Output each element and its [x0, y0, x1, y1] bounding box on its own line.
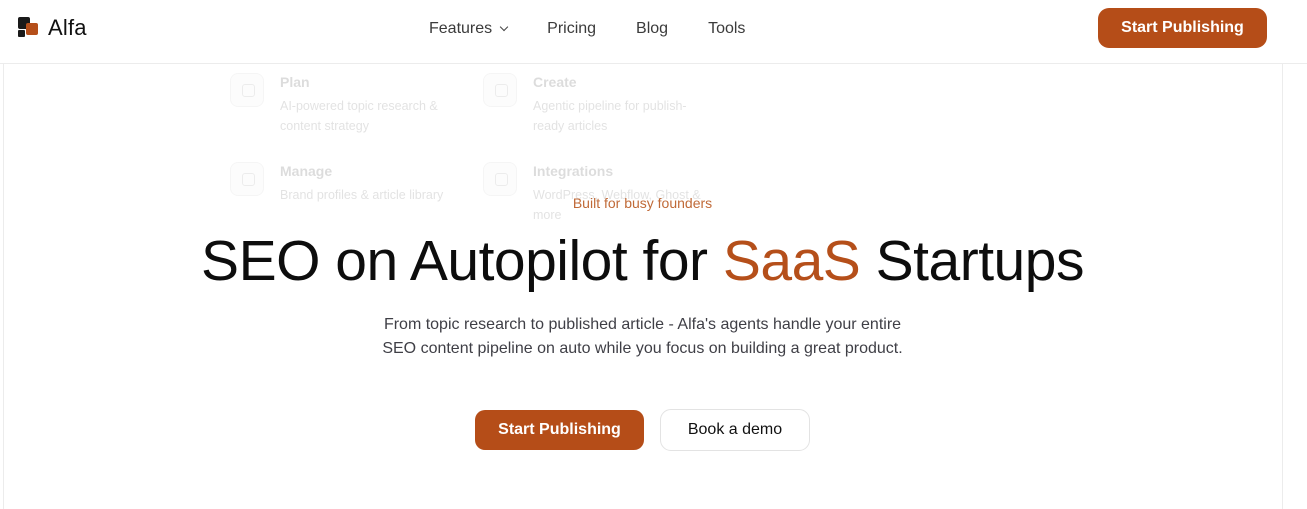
nav-features-label: Features — [429, 20, 493, 37]
nav-pricing[interactable]: Pricing — [547, 20, 596, 38]
brand-logo[interactable]: Alfa — [18, 14, 87, 42]
site-header: Alfa Features Pricing Blog Tools Start P… — [0, 0, 1307, 64]
menu-item-desc: AI-powered topic research & content stra… — [280, 99, 438, 133]
header-start-publishing-button[interactable]: Start Publishing — [1098, 8, 1267, 48]
folder-icon — [230, 162, 264, 196]
plug-icon — [483, 162, 517, 196]
book-demo-button[interactable]: Book a demo — [660, 409, 810, 451]
menu-item-title: Manage — [280, 163, 333, 179]
hero-eyebrow: Built for busy founders — [572, 195, 713, 211]
landing-page: Alfa Features Pricing Blog Tools Start P… — [0, 0, 1307, 509]
hero-subtitle: From topic research to published article… — [382, 316, 903, 357]
menu-item-title: Integrations — [533, 163, 614, 179]
hero-start-publishing-button[interactable]: Start Publishing — [475, 410, 644, 450]
hero-title-start: SEO on Autopilot for — [201, 229, 723, 293]
hero-title-accent: SaaS — [722, 229, 861, 293]
menu-item-create: Create Agentic pipeline for publish-read… — [483, 70, 713, 133]
menu-item-title: Plan — [280, 74, 310, 90]
hero-title: SEO on Autopilot for SaaS Startups — [0, 226, 1285, 296]
nav-tools[interactable]: Tools — [708, 20, 745, 38]
chevron-down-icon — [499, 22, 509, 32]
menu-item-title: Create — [533, 74, 577, 90]
brand-name: Alfa — [48, 15, 87, 40]
nav-blog[interactable]: Blog — [636, 20, 668, 38]
hero-title-end: Startups — [860, 229, 1085, 293]
alfa-logo-icon — [18, 17, 40, 39]
lightbulb-icon — [230, 73, 264, 107]
menu-item-desc: Agentic pipeline for publish-ready artic… — [533, 99, 687, 133]
pencil-icon — [483, 73, 517, 107]
main-nav: Features Pricing Blog Tools — [429, 18, 745, 40]
nav-features[interactable]: Features — [429, 20, 509, 38]
menu-item-plan: Plan AI-powered topic research & content… — [230, 70, 460, 133]
